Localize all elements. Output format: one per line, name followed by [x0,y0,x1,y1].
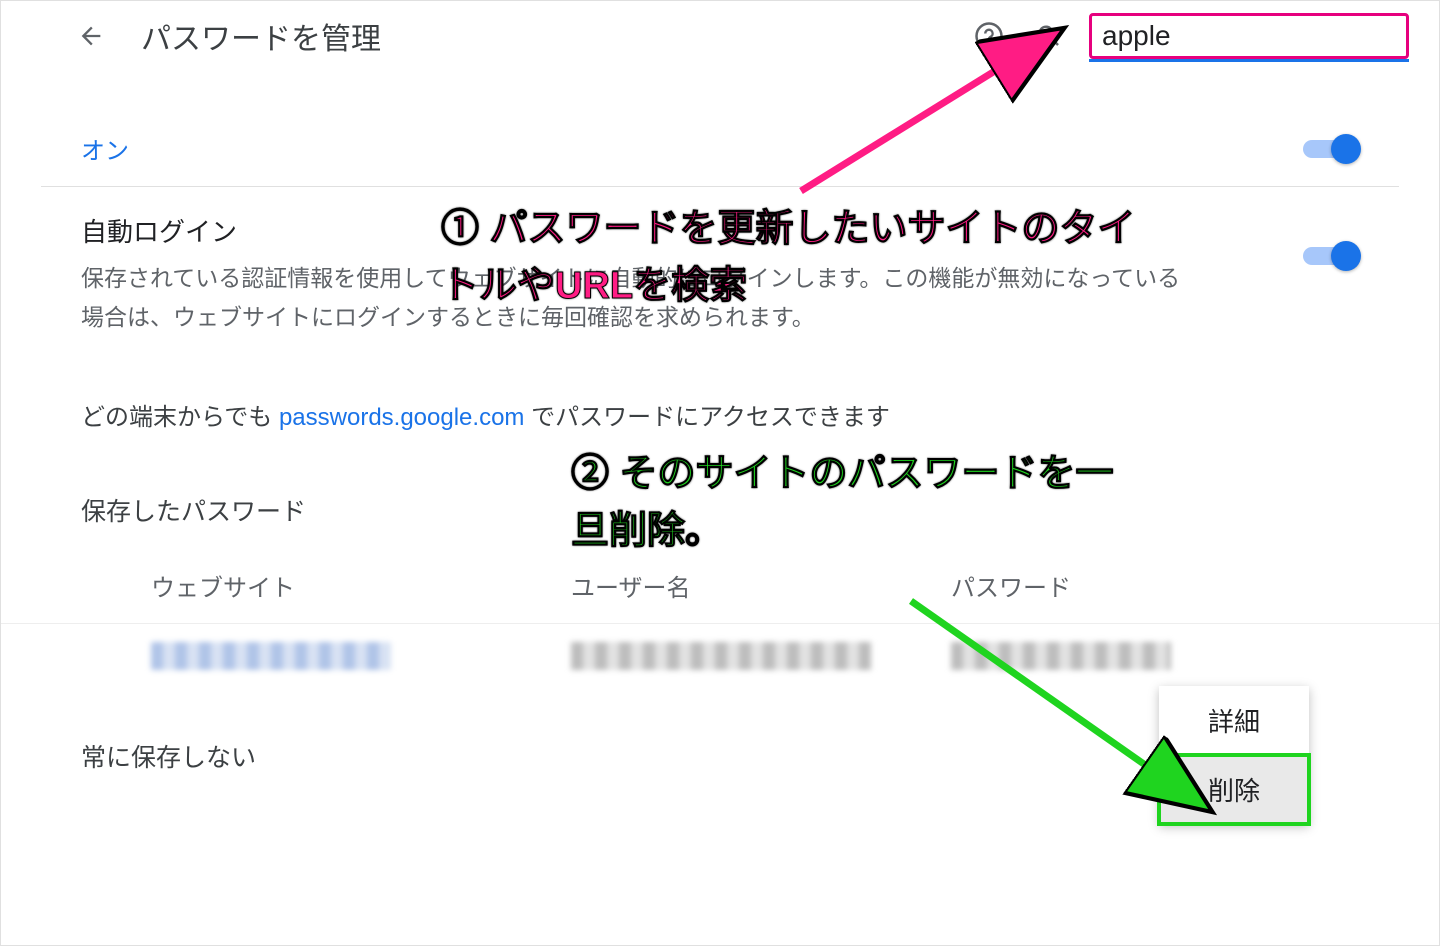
annotation-step-1: ① パスワードを更新したいサイトのタイトルやURLを検索 [441,201,1141,315]
search-box [1089,13,1409,59]
column-password: パスワード [951,568,1359,603]
page-title: パスワードを管理 [141,14,381,58]
menu-item-details[interactable]: 詳細 [1159,686,1309,755]
help-icon [974,21,1004,51]
redacted-website [151,642,391,670]
row-username-cell [571,642,951,670]
search-input[interactable] [1100,19,1440,53]
help-button[interactable] [969,16,1009,56]
menu-item-delete[interactable]: 削除 [1159,755,1309,824]
column-username: ユーザー名 [571,568,951,603]
header-bar: パスワードを管理 [1,1,1439,71]
annotation-step-2: ② そのサイトのパスワードを一旦削除。 [571,446,1131,560]
row-context-menu: 詳細 削除 [1159,686,1309,824]
password-manager-page: パスワードを管理 オン 自動ログイン 保存されている認証情報を使用してウェブサイ… [0,0,1440,946]
row-password-cell [951,642,1359,670]
row-website-cell [151,642,571,670]
column-website: ウェブサイト [151,568,571,603]
access-note-prefix: どの端末からでも [81,404,279,431]
search-icon [1035,22,1063,50]
auto-login-toggle[interactable] [1303,242,1359,270]
redacted-password [951,642,1171,670]
arrow-left-icon [77,22,105,50]
offer-to-save-row: オン [1,71,1439,186]
search-focus-underline [1089,59,1409,62]
search-button[interactable] [1029,16,1069,56]
redacted-username [571,642,871,670]
password-row[interactable] [1,623,1439,688]
on-label: オン [81,131,129,166]
back-button[interactable] [71,16,111,56]
offer-to-save-toggle[interactable] [1303,135,1359,163]
passwords-google-link[interactable]: passwords.google.com [279,404,524,431]
access-note-suffix: でパスワードにアクセスできます [524,404,889,431]
